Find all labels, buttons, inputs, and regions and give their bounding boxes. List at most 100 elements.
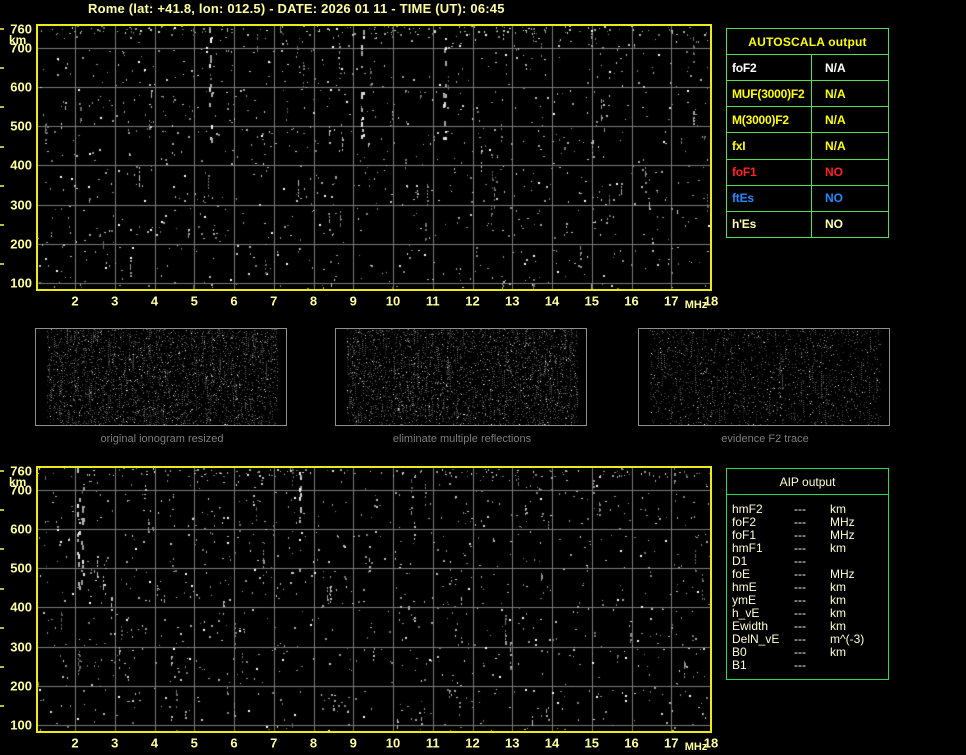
y-axis-label: 400 <box>10 599 32 615</box>
x-axis-label: 12 <box>465 293 480 309</box>
y-axis-label: 600 <box>10 521 32 537</box>
y-minor-tick <box>0 548 4 551</box>
autoscala-row-value: N/A <box>811 132 888 159</box>
y-axis-unit-label: km <box>9 475 27 489</box>
x-axis-label: 10 <box>385 735 401 751</box>
autoscala-row-value: NO <box>811 210 888 237</box>
aip-rows: hmF2 --- km foF2 --- MHz foF1 --- MHz hmF1 --- km D1… <box>727 495 888 672</box>
x-axis-label: 3 <box>111 735 119 751</box>
x-axis-label: 5 <box>190 735 198 751</box>
x-axis-label: 11 <box>425 293 440 309</box>
autoscala-row-label: MUF(3000)F2 <box>727 80 811 106</box>
aip-row: D1 --- <box>732 555 888 568</box>
y-axis-label: 400 <box>10 157 32 173</box>
page-title: Rome (lat: +41.8, lon: 012.5) - DATE: 20… <box>88 1 505 16</box>
autoscala-row-label: fxI <box>727 132 811 158</box>
y-minor-tick <box>0 705 4 708</box>
processing-panel <box>638 328 890 426</box>
x-axis-unit-label: MHz <box>684 741 708 753</box>
autoscala-row-value: N/A <box>811 106 888 133</box>
processing-panel-canvas <box>36 329 286 425</box>
y-axis-label: 300 <box>10 197 32 212</box>
y-axis-label: 500 <box>10 118 32 134</box>
autoscala-window: Rome (lat: +41.8, lon: 012.5) - DATE: 20… <box>0 0 966 755</box>
y-minor-tick <box>0 509 4 512</box>
y-minor-tick <box>0 469 4 472</box>
processing-panel-canvas <box>639 329 889 425</box>
y-minor-tick <box>0 106 4 109</box>
autoscala-header: AUTOSCALA output <box>748 34 867 49</box>
y-minor-tick <box>0 626 4 629</box>
aip-row-label: B1 <box>732 658 747 672</box>
y-axis-label: 200 <box>10 678 32 694</box>
autoscala-row-value: N/A <box>811 54 888 81</box>
aip-row: hmF1 --- km <box>732 542 888 555</box>
x-axis-label: 11 <box>425 735 440 751</box>
panel-caption: eliminate multiple reflections <box>392 433 532 445</box>
x-axis-label: 8 <box>309 293 318 309</box>
x-axis-label: 16 <box>624 293 639 309</box>
x-axis-label: 15 <box>584 293 599 309</box>
x-axis-label: 5 <box>190 293 198 309</box>
y-axis-label: 300 <box>10 639 32 654</box>
ionogram-plot-top <box>36 24 712 291</box>
y-minor-tick <box>0 67 4 70</box>
autoscala-row-value: NO <box>811 184 888 211</box>
y-minor-tick <box>0 263 4 266</box>
x-axis-label: 10 <box>385 293 401 309</box>
y-minor-tick <box>0 587 4 590</box>
autoscala-row-label: M(3000)F2 <box>727 106 811 132</box>
ionogram-plot-bottom <box>36 466 712 733</box>
x-axis-label: 13 <box>505 293 520 309</box>
aip-output-table: AIP output hmF2 --- km foF2 --- MHz foF1 --- MHz h… <box>726 468 889 680</box>
y-minor-tick <box>0 184 4 187</box>
x-axis-label: 17 <box>664 293 679 309</box>
x-axis-label: 6 <box>230 293 238 309</box>
autoscala-row-label: ftEs <box>727 184 811 211</box>
autoscala-row-label: foF1 <box>727 158 811 185</box>
aip-row: B1 --- <box>732 659 888 672</box>
autoscala-row-value: NO <box>811 158 888 185</box>
y-minor-tick <box>0 27 4 30</box>
ionogram-canvas <box>38 26 710 289</box>
aip-row-unit: km <box>830 541 846 555</box>
x-axis-label: 14 <box>544 735 560 751</box>
x-axis-unit-label: MHz <box>684 299 708 311</box>
x-axis-label: 9 <box>349 293 357 309</box>
panel-caption: evidence F2 trace <box>721 433 809 445</box>
autoscala-row-label: foF2 <box>727 54 811 80</box>
processing-panel <box>335 328 587 426</box>
x-axis-label: 14 <box>544 293 560 309</box>
x-axis-label: 9 <box>349 735 357 751</box>
x-axis-label: 15 <box>584 735 599 751</box>
y-axis-label: 500 <box>10 560 32 576</box>
y-axis-label: 100 <box>10 275 32 291</box>
x-axis-label: 17 <box>664 735 679 751</box>
y-axis-label: 600 <box>10 79 32 95</box>
processing-panel <box>35 328 287 426</box>
x-axis-label: 7 <box>270 293 278 309</box>
y-axis-label: 200 <box>10 236 32 252</box>
x-axis-label: 2 <box>71 293 79 309</box>
aip-row: B0 --- km <box>732 646 888 659</box>
x-axis-label: 3 <box>111 293 119 309</box>
y-axis-label: 100 <box>10 717 32 733</box>
autoscala-output-table: AUTOSCALA output foF2 N/A MUF(3000)F2 N/A M(3… <box>726 28 889 238</box>
x-axis-label: 4 <box>150 735 159 751</box>
y-minor-tick <box>0 666 4 669</box>
ionogram-canvas <box>38 468 710 731</box>
processing-panel-canvas <box>336 329 586 425</box>
aip-row-unit: km <box>830 645 846 659</box>
x-axis-label: 2 <box>71 735 79 751</box>
x-axis-label: 4 <box>150 293 159 309</box>
y-axis-unit-label: km <box>9 33 27 47</box>
x-axis-label: 12 <box>465 735 480 751</box>
panel-caption: original ionogram resized <box>100 433 224 445</box>
y-minor-tick <box>0 145 4 148</box>
x-axis-label: 16 <box>624 735 639 751</box>
x-axis-label: 8 <box>309 735 318 751</box>
aip-header: AIP output <box>727 469 888 495</box>
aip-row-value: --- <box>794 658 806 672</box>
x-axis-label: 13 <box>505 735 520 751</box>
autoscala-row-value: N/A <box>811 80 888 107</box>
